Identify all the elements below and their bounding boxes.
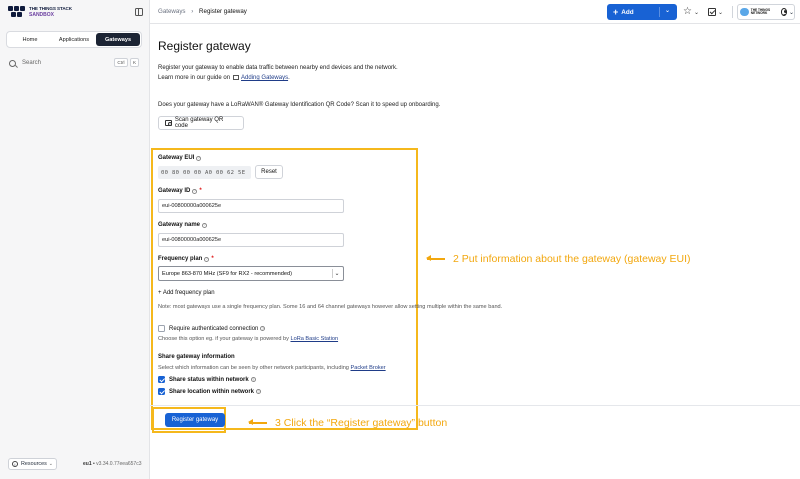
version-string: v3.34.0.77eea657c3 [96, 461, 142, 467]
help-icon[interactable]: ? [192, 188, 198, 194]
gateway-eui-label: Gateway EUI? [158, 155, 202, 161]
help-icon[interactable]: ? [260, 326, 266, 331]
arrow-left-icon [426, 256, 445, 261]
require-auth-label: Require authenticated connection [169, 325, 259, 332]
share-status-label: Share status within network [169, 376, 249, 383]
book-icon [233, 74, 240, 80]
frequency-plan-select[interactable]: Europe 863-870 MHz (SF9 for RX2 - recomm… [158, 266, 344, 281]
top-header: Gateways › Register gateway + Add ⌄ ☆ ⌄ … [150, 0, 800, 24]
share-location-label: Share location within network [169, 388, 255, 395]
tab-gateways[interactable]: Gateways [96, 33, 140, 46]
search-label: Search [22, 60, 42, 66]
annotation-step3-text: 3 Click the “Register gateway” button [275, 417, 448, 429]
frequency-plan-value: Europe 863-870 MHz (SF9 for RX2 - recomm… [162, 270, 292, 277]
camera-icon [165, 120, 172, 126]
user-avatar-icon [780, 8, 787, 16]
cloud-icon [740, 8, 749, 16]
inbox-check-icon [708, 8, 716, 16]
share-info-note: Select which information can be seen by … [158, 365, 386, 371]
profile-menu[interactable]: THE THINGS NETWORK ⌄ [737, 4, 795, 20]
chevron-down-icon: ⌄ [788, 9, 795, 16]
page-title: Register gateway [158, 39, 251, 53]
sidebar-search[interactable]: Search Ctrl K [6, 56, 142, 70]
share-location-row[interactable]: Share location within network ? [158, 388, 262, 395]
version-info: eu1 • v3.34.0.77eea657c3 [83, 461, 142, 467]
share-location-checkbox[interactable] [158, 388, 165, 395]
help-icon[interactable]: ? [196, 155, 202, 161]
search-icon [9, 59, 16, 67]
sidebar-nav-tabs: Home Applications Gateways [6, 31, 142, 48]
breadcrumb-current: Register gateway [199, 8, 247, 15]
gateway-id-input[interactable]: eui-00800000a000625e [158, 199, 344, 213]
intro-suffix: . [288, 75, 290, 81]
chevron-down-icon: ⌄ [718, 9, 724, 16]
annotation-step3: 3 Click the “Register gateway” button [248, 417, 448, 429]
tab-home[interactable]: Home [8, 33, 52, 46]
require-auth-checkbox-row[interactable]: Require authenticated connection ? [158, 325, 266, 332]
reset-button[interactable]: Reset [255, 165, 283, 179]
scan-qr-label: Scan gateway QR code [174, 117, 224, 129]
scan-qr-button[interactable]: Scan gateway QR code [158, 116, 244, 130]
resources-button[interactable]: i Resources ⌄ [8, 458, 57, 470]
star-icon: ☆ [683, 6, 692, 17]
intro-line2: Learn more in our guide on Adding Gateway… [158, 73, 398, 83]
intro-prefix: Learn more in our guide on [158, 75, 231, 81]
chevron-down-icon: ⌄ [48, 461, 53, 467]
info-icon: i [12, 461, 18, 467]
packet-broker-link[interactable]: Packet Broker [350, 365, 385, 371]
kbd-ctrl: Ctrl [114, 58, 128, 67]
help-icon[interactable]: ? [250, 377, 256, 382]
share-status-checkbox[interactable] [158, 376, 165, 383]
brand-logo[interactable]: THE THINGS STACK SANDBOX [8, 6, 72, 18]
help-icon[interactable]: ? [202, 222, 208, 228]
share-info-heading: Share gateway information [158, 354, 235, 360]
add-button[interactable]: + Add ⌄ [607, 4, 677, 20]
gateway-id-label: Gateway ID? * [158, 188, 202, 194]
add-frequency-plan-button[interactable]: + Add frequency plan [158, 290, 215, 296]
intro-text: Register your gateway to enable data tra… [158, 63, 398, 83]
add-label: Add [621, 8, 634, 16]
require-auth-checkbox[interactable] [158, 325, 165, 332]
notifications-button[interactable]: ⌄ [708, 6, 723, 18]
resources-label: Resources [21, 461, 47, 467]
frequency-plan-note: Note: most gateways use a single frequen… [158, 304, 503, 310]
sidebar-collapse-icon[interactable] [135, 8, 143, 16]
main-content: Register gateway Register your gateway t… [150, 25, 800, 479]
share-status-row[interactable]: Share status within network ? [158, 376, 256, 383]
qr-question: Does your gateway have a LoRaWAN® Gatewa… [158, 102, 441, 108]
help-icon[interactable]: ? [256, 389, 262, 394]
tab-applications[interactable]: Applications [52, 33, 96, 46]
arrow-left-icon [248, 420, 267, 425]
auth-note: Choose this option eg. if your gateway i… [158, 336, 339, 342]
kbd-k: K [130, 58, 139, 67]
plus-icon: + [613, 7, 619, 17]
gateway-name-input[interactable]: eui-00800000a000625e [158, 233, 344, 247]
frequency-plan-label: Frequency plan? * [158, 256, 214, 262]
intro-line1: Register your gateway to enable data tra… [158, 65, 398, 71]
lora-basic-station-link[interactable]: LoRa Basic Station [290, 336, 338, 342]
help-icon[interactable]: ? [204, 256, 210, 262]
annotation-step2: 2 Put information about the gateway (gat… [426, 253, 691, 265]
chevron-down-icon: ⌄ [693, 9, 699, 16]
register-gateway-button[interactable]: Register gateway [165, 413, 225, 427]
breadcrumb: Gateways › Register gateway [158, 8, 247, 15]
gateway-eui-field[interactable]: 00 80 00 00 A0 00 62 5E [158, 166, 251, 179]
chevron-down-icon: ⌄ [665, 8, 671, 14]
cluster-name: eu1 [83, 461, 92, 467]
gateway-name-label: Gateway name? [158, 222, 208, 228]
things-stack-logo-icon [8, 6, 26, 18]
chevron-down-icon: ⌄ [332, 269, 341, 278]
annotation-step2-text: 2 Put information about the gateway (gat… [453, 253, 691, 265]
brand-line2: SANDBOX [29, 12, 55, 18]
sidebar: THE THINGS STACK SANDBOX Home Applicatio… [0, 0, 150, 479]
profile-logo-text: THE THINGS NETWORK [750, 7, 771, 15]
adding-gateways-link[interactable]: Adding Gateways [241, 75, 288, 81]
bookmarks-button[interactable]: ☆ ⌄ [683, 6, 699, 18]
breadcrumb-gateways[interactable]: Gateways [158, 8, 186, 15]
